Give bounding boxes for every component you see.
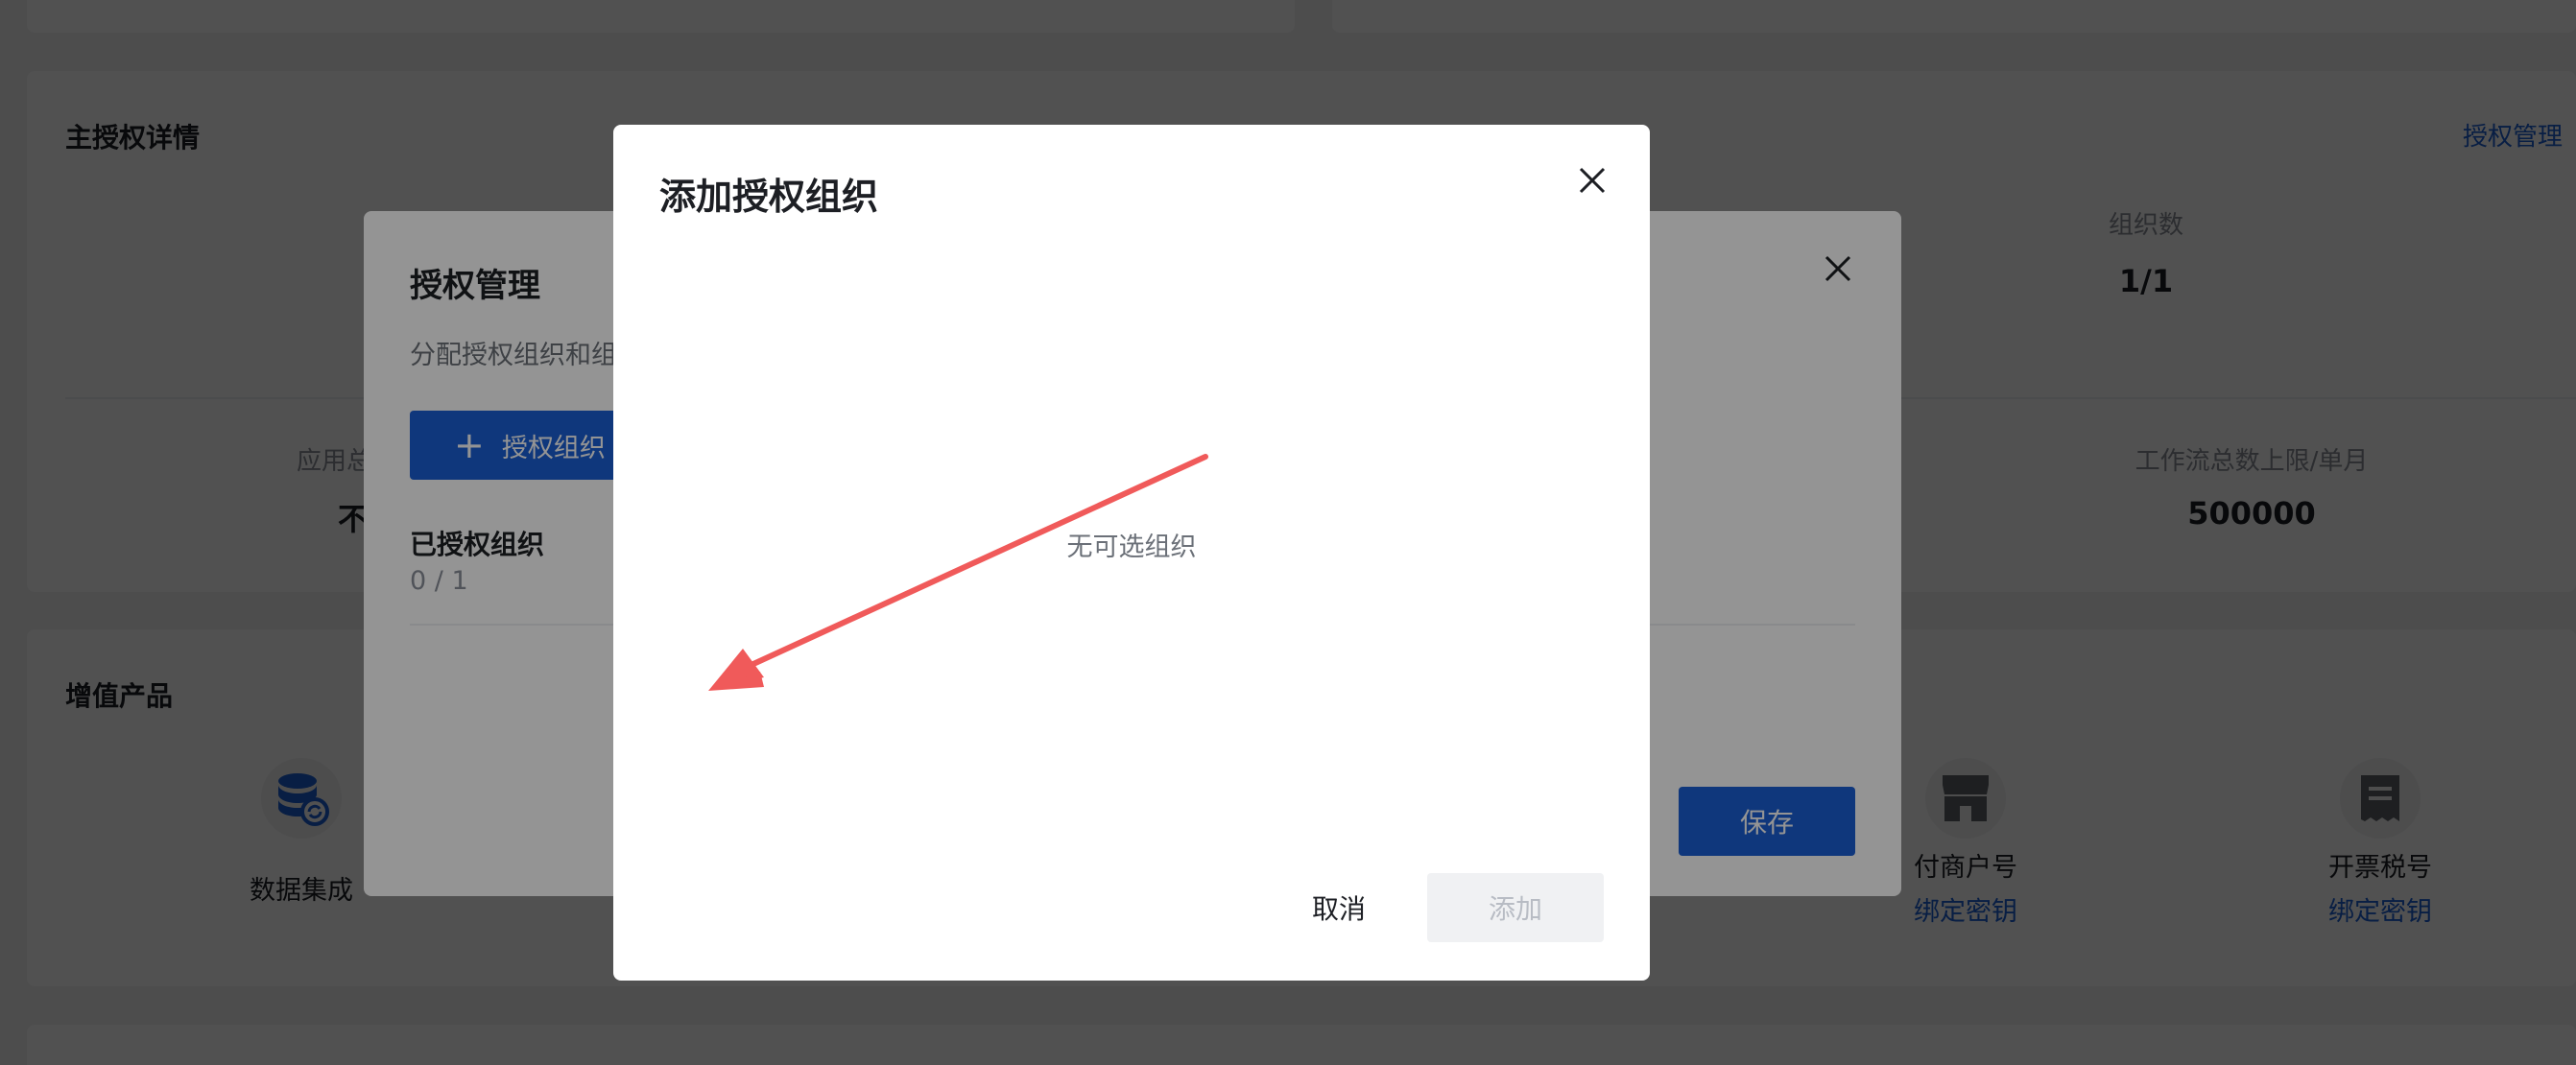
close-icon [1575,163,1610,198]
empty-state-text: 无可选组织 [1066,532,1197,562]
add-org-close-button[interactable] [1575,163,1610,198]
cancel-button[interactable]: 取消 [1262,873,1416,942]
add-org-dialog-title: 添加授权组织 [659,176,879,218]
add-button[interactable]: 添加 [1427,873,1604,942]
add-org-dialog: 添加授权组织 无可选组织 取消 添加 [613,125,1650,981]
